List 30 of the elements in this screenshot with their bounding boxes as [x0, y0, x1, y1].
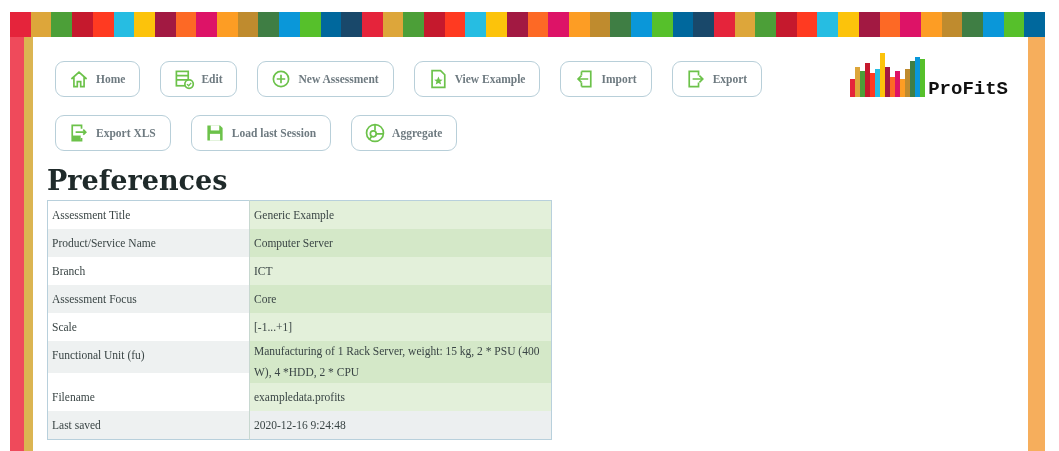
table-cell: Product/Service Name	[47, 229, 250, 257]
table-cell: Core	[249, 285, 552, 313]
table-cell: Generic Example	[249, 200, 552, 229]
toolbar-button[interactable]: Import	[560, 61, 652, 97]
table-cell: ICT	[249, 257, 552, 285]
toolbar-button[interactable]: New Assessment	[257, 61, 394, 97]
toolbar-button[interactable]: Load last Session	[190, 115, 332, 151]
table-cell: Assessment Title	[47, 200, 250, 229]
table-cell: Computer Server	[249, 229, 552, 257]
logo-bars-icon	[850, 53, 927, 97]
toolbar-button[interactable]: Aggregate	[351, 115, 458, 151]
button-icon	[364, 122, 387, 144]
table-cell: Last saved	[47, 411, 250, 440]
button-icon	[173, 68, 196, 90]
toolbar-button[interactable]: Export XLS	[55, 115, 171, 151]
toolbar-button[interactable]: Edit	[160, 61, 238, 97]
table-cell: Filename	[47, 383, 250, 411]
logo-text: ProFitS	[928, 80, 1008, 99]
button-icon	[68, 122, 90, 144]
table-cell: Functional Unit (fu)	[48, 341, 249, 373]
table-cell: 2020-12-16 9:24:48	[249, 411, 552, 440]
table-cell: [-1...+1]	[249, 313, 552, 341]
table-cell: Assessment Focus	[47, 285, 250, 313]
table-cell: exampledata.profits	[249, 383, 552, 411]
toolbar-button[interactable]: View Example	[413, 61, 541, 97]
table-cell: Scale	[47, 313, 250, 341]
page-heading: Preferences	[47, 165, 229, 196]
toolbar-button[interactable]: Export	[671, 61, 763, 97]
toolbar-button[interactable]: Home	[55, 61, 141, 97]
table-cell: Branch	[47, 257, 250, 285]
